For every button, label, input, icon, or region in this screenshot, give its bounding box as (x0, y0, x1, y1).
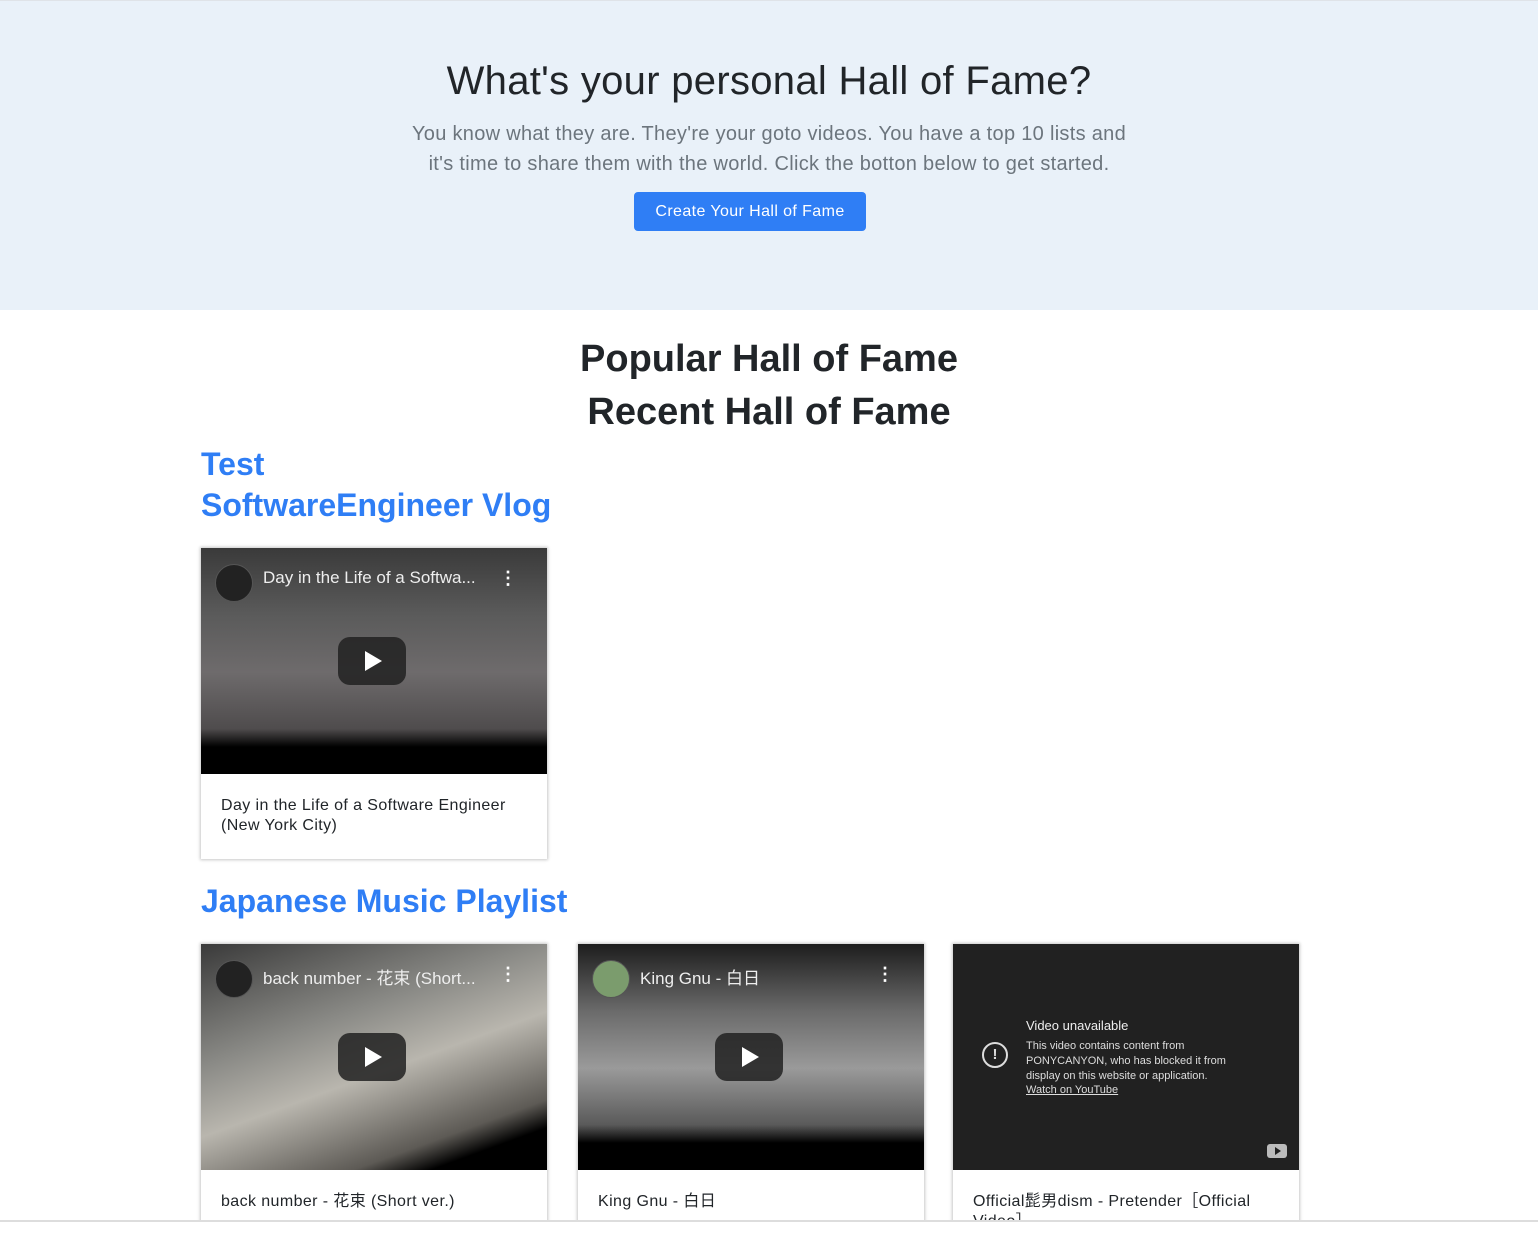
youtube-logo-icon[interactable] (1267, 1144, 1287, 1158)
create-hall-of-fame-button[interactable]: Create Your Hall of Fame (634, 192, 866, 231)
video-card: back number - 花束 (Short... ⋮ back number… (201, 944, 547, 1244)
channel-avatar[interactable] (215, 564, 253, 602)
embed-video-title[interactable]: King Gnu - 白日 (640, 964, 870, 989)
more-options-icon[interactable]: ⋮ (876, 964, 894, 985)
play-icon[interactable] (338, 1033, 406, 1081)
video-caption: King Gnu - 白日 (598, 1193, 717, 1210)
video-embed-unavailable: ! Video unavailable This video contains … (953, 944, 1299, 1170)
list-title-test[interactable]: Test (201, 446, 264, 483)
unavailable-title: Video unavailable (1026, 1018, 1129, 1033)
unavailable-message: This video contains content from PONYCAN… (1026, 1040, 1226, 1082)
embed-video-title[interactable]: back number - 花束 (Short... (263, 964, 493, 989)
video-caption: Day in the Life of a Software Engineer (… (221, 797, 506, 834)
play-icon[interactable] (338, 637, 406, 685)
video-card: Day in the Life of a Softwa... ⋮ Day in … (201, 548, 547, 859)
list-title-japanese-music-playlist[interactable]: Japanese Music Playlist (201, 883, 567, 920)
embed-video-title[interactable]: Day in the Life of a Softwa... (263, 568, 493, 588)
page-footer-area (0, 1222, 1538, 1258)
video-embed[interactable]: back number - 花束 (Short... ⋮ (201, 944, 547, 1170)
watch-on-youtube-link[interactable]: Watch on YouTube (1026, 1084, 1118, 1096)
video-caption: back number - 花束 (Short ver.) (221, 1193, 455, 1210)
video-card: King Gnu - 白日 ⋮ King Gnu - 白日 (578, 944, 924, 1244)
channel-avatar[interactable] (592, 960, 630, 998)
list-title-softwareengineer-vlog[interactable]: SoftwareEngineer Vlog (201, 487, 551, 524)
video-embed[interactable]: Day in the Life of a Softwa... ⋮ (201, 548, 547, 774)
video-card: ! Video unavailable This video contains … (953, 944, 1299, 1244)
hero-lead-line-1: You know what they are. They're your got… (411, 123, 1127, 145)
hero-lead: You know what they are. They're your got… (0, 119, 1538, 179)
hero-lead-line-2: it's time to share them with the world. … (428, 153, 1110, 175)
video-embed[interactable]: King Gnu - 白日 ⋮ (578, 944, 924, 1170)
more-options-icon[interactable]: ⋮ (499, 568, 517, 589)
recent-hall-of-fame-heading: Recent Hall of Fame (587, 391, 951, 433)
popular-hall-of-fame-heading: Popular Hall of Fame (580, 338, 958, 380)
more-options-icon[interactable]: ⋮ (499, 964, 517, 985)
alert-icon: ! (982, 1042, 1008, 1068)
hero-title: What's your personal Hall of Fame? (446, 59, 1092, 103)
hero-jumbotron: What's your personal Hall of Fame? You k… (0, 0, 1538, 310)
play-icon[interactable] (715, 1033, 783, 1081)
channel-avatar[interactable] (215, 960, 253, 998)
